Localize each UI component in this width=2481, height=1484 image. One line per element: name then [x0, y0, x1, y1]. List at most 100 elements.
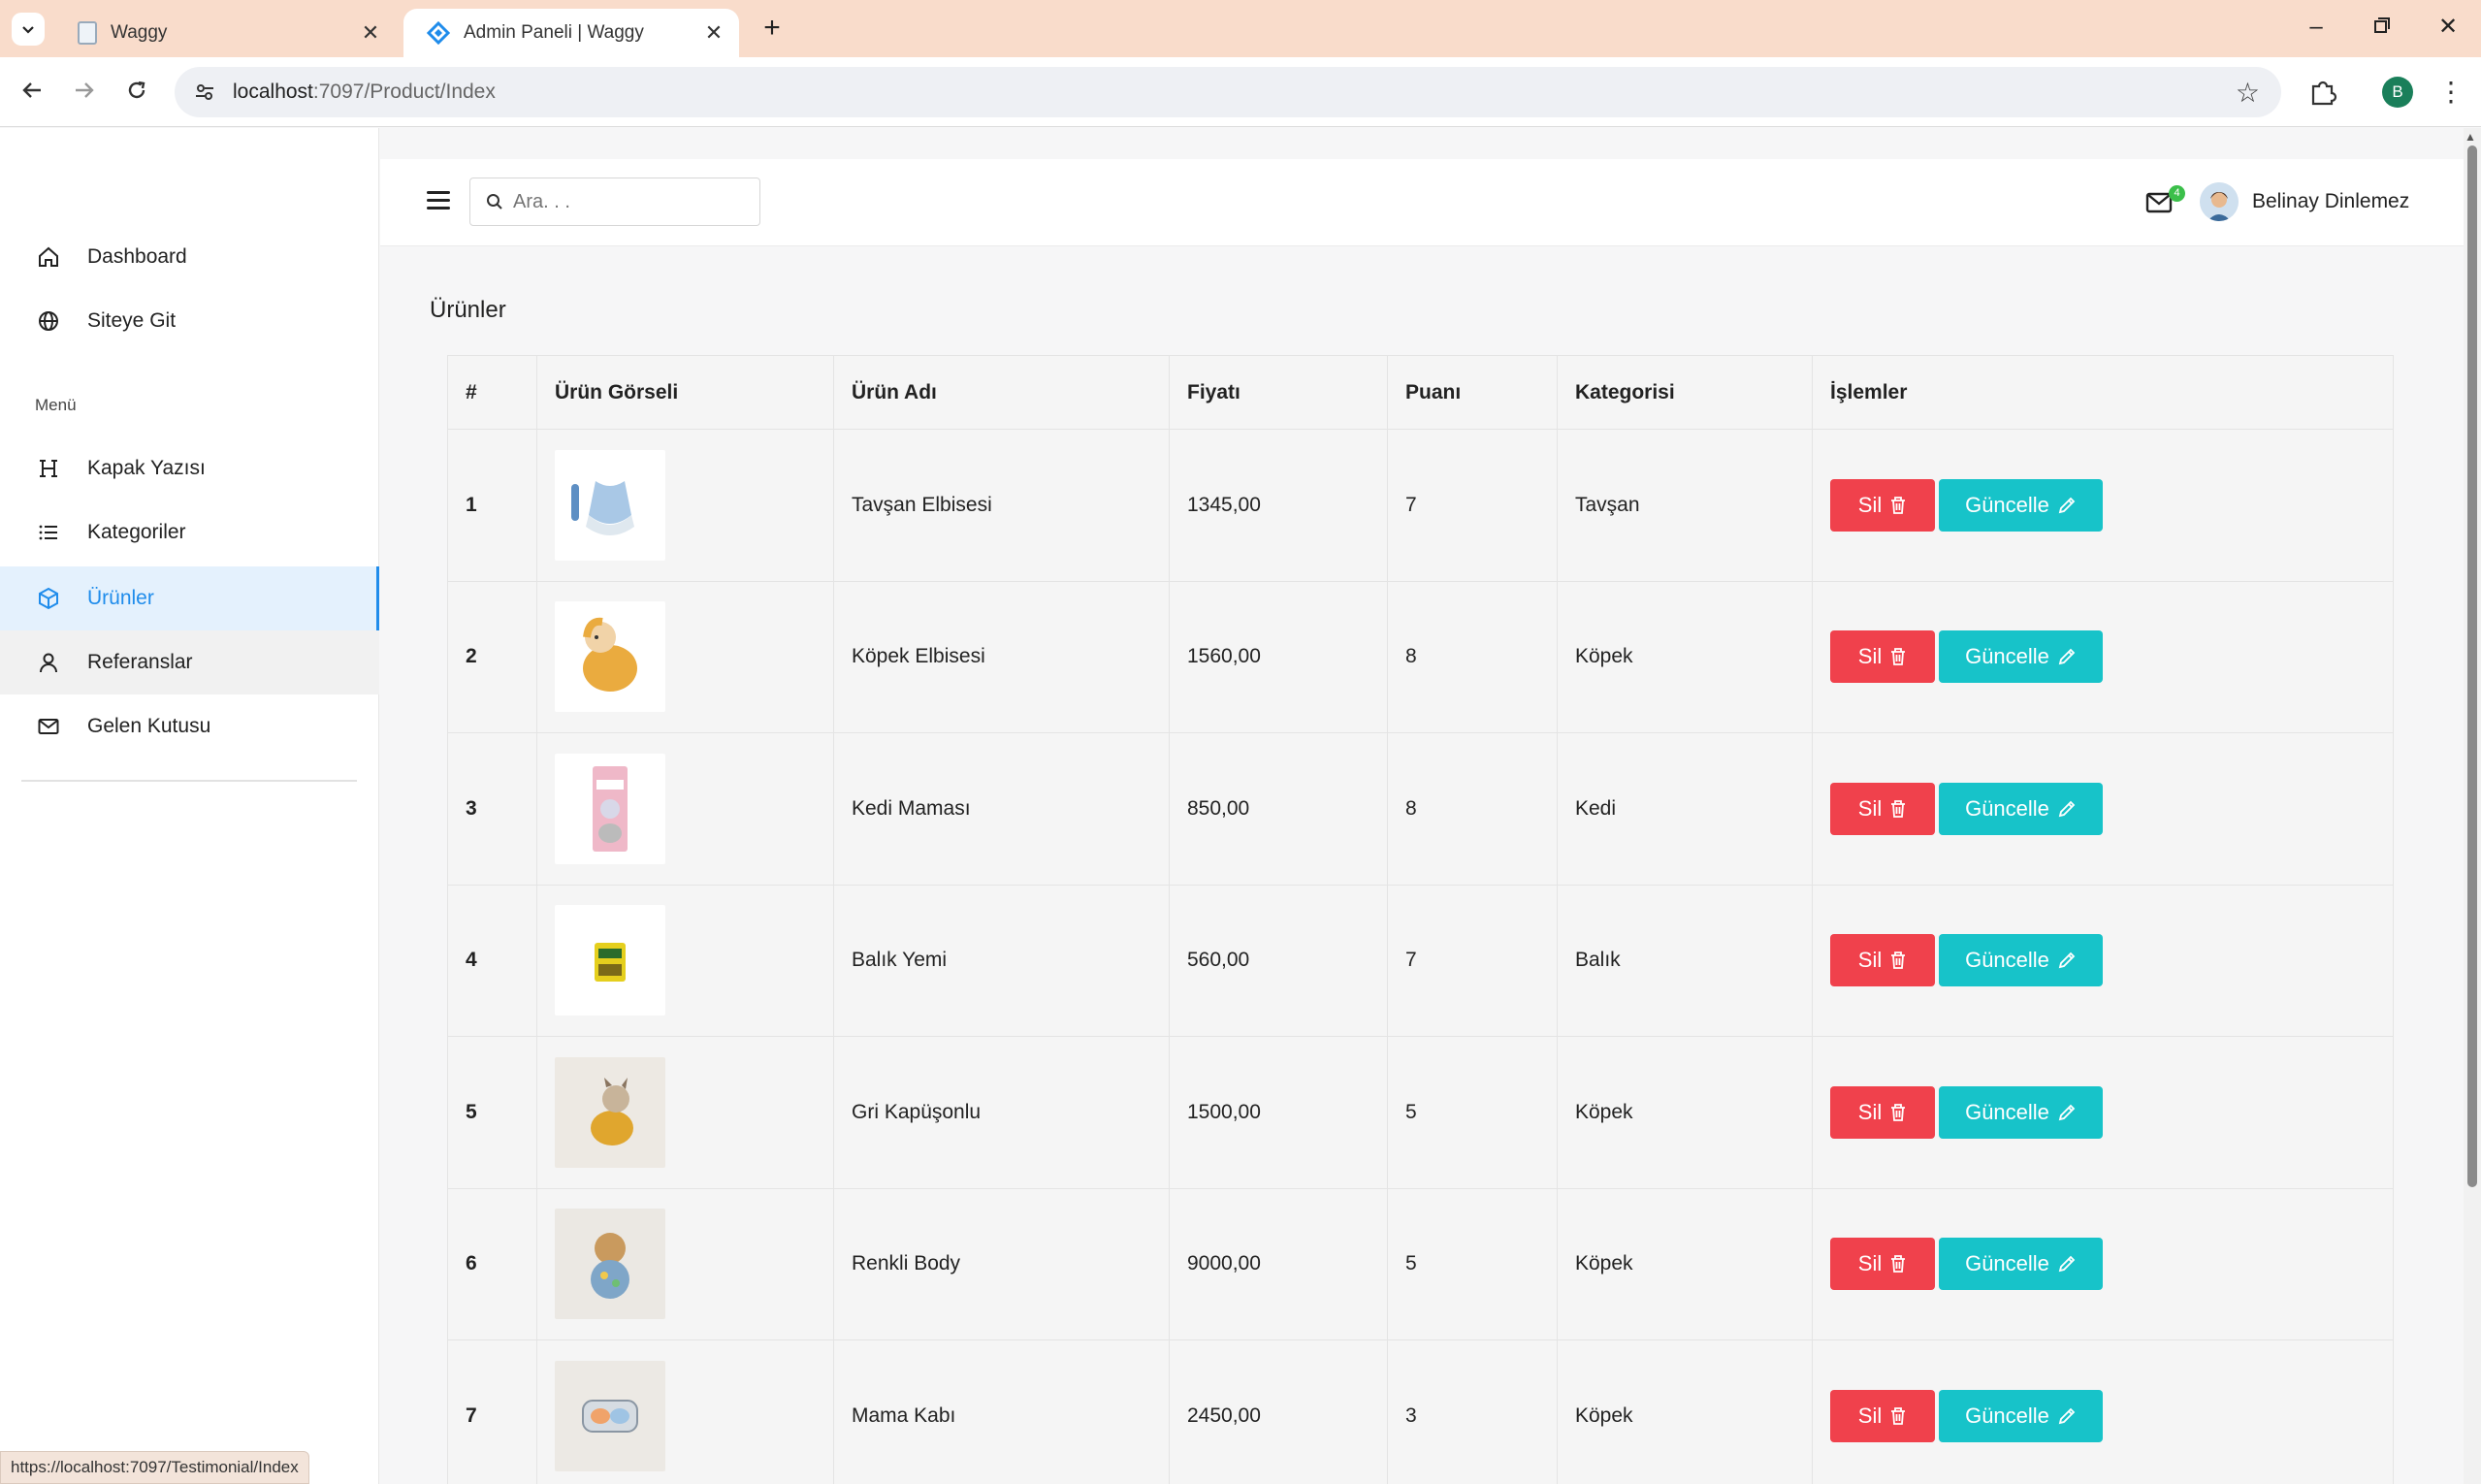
sidebar-item-urunler[interactable]: Ürünler: [0, 566, 379, 630]
actions-cell: Sil Güncelle: [1812, 1339, 2394, 1484]
product-image: [555, 449, 665, 561]
product-image: [555, 753, 665, 864]
tab-waggy[interactable]: Waggy ✕: [54, 9, 396, 57]
row-number: 6: [447, 1187, 537, 1340]
close-icon[interactable]: ✕: [702, 20, 725, 46]
user-avatar[interactable]: [2200, 182, 2239, 221]
table-row: 3 Kedi Maması 850,00 8 Kedi Sil Güncelle: [447, 732, 2394, 886]
update-button[interactable]: Güncelle: [1939, 1238, 2103, 1291]
row-number: 7: [447, 1339, 537, 1484]
column-header: İşlemler: [1812, 355, 2394, 430]
reload-button[interactable]: [118, 74, 155, 111]
update-label: Güncelle: [1965, 1099, 2049, 1124]
sidebar-item-dashboard[interactable]: Dashboard: [0, 225, 379, 289]
product-rating: 7: [1387, 884, 1558, 1037]
update-label: Güncelle: [1965, 948, 2049, 973]
image-cell: [536, 1339, 834, 1484]
hamburger-menu-icon[interactable]: [427, 191, 450, 210]
omnibox[interactable]: localhost:7097/Product/Index ☆: [175, 67, 2281, 117]
list-icon: [35, 519, 62, 546]
new-tab-button[interactable]: +: [755, 12, 789, 47]
url-host: localhost: [233, 81, 313, 103]
site-settings-icon[interactable]: [190, 78, 219, 107]
extensions-icon[interactable]: [2304, 74, 2341, 111]
pencil-icon: [2057, 799, 2077, 819]
update-button[interactable]: Güncelle: [1939, 478, 2103, 532]
sidebar-item-siteye-git[interactable]: Siteye Git: [0, 289, 379, 353]
column-header: #: [447, 355, 537, 430]
search-input[interactable]: [513, 190, 746, 213]
update-button[interactable]: Güncelle: [1939, 1085, 2103, 1139]
product-image: [555, 601, 665, 713]
table-header-row: # Ürün Görseli Ürün Adı Fiyatı Puanı Kat…: [447, 355, 2394, 430]
more-menu-icon[interactable]: ⋮: [2436, 74, 2465, 111]
box-icon: [35, 585, 62, 612]
product-image: [555, 1056, 665, 1168]
product-rating: 8: [1387, 732, 1558, 886]
product-category: Köpek: [1557, 580, 1813, 733]
product-name: Balık Yemi: [833, 884, 1170, 1037]
close-window-button[interactable]: ✕: [2419, 8, 2477, 47]
delete-button[interactable]: Sil: [1830, 630, 1935, 684]
sidebar-heading: Menü: [35, 396, 77, 414]
delete-button[interactable]: Sil: [1830, 1238, 1935, 1291]
product-name: Renkli Body: [833, 1187, 1170, 1340]
back-button[interactable]: [14, 74, 50, 111]
delete-button[interactable]: Sil: [1830, 1389, 1935, 1442]
update-button[interactable]: Güncelle: [1939, 782, 2103, 835]
product-category: Tavşan: [1557, 429, 1813, 582]
delete-button[interactable]: Sil: [1830, 478, 1935, 532]
arrow-right-icon: [76, 82, 94, 98]
profile-avatar[interactable]: B: [2382, 77, 2413, 108]
delete-label: Sil: [1857, 644, 1883, 669]
tab-search-button[interactable]: [12, 13, 45, 46]
column-header: Ürün Görseli: [536, 355, 834, 430]
bookmark-star-icon[interactable]: ☆: [2236, 77, 2260, 109]
table-row: 5 Gri Kapüşonlu 1500,00 5 Köpek Sil Günce…: [447, 1036, 2394, 1189]
column-header: Puanı: [1387, 355, 1558, 430]
colorful-body-dog-thumb: [591, 1233, 629, 1300]
delete-button[interactable]: Sil: [1830, 934, 1935, 987]
sidebar-item-referanslar[interactable]: Referanslar: [0, 630, 379, 694]
row-number: 4: [447, 884, 537, 1037]
actions-cell: Sil Güncelle: [1812, 732, 2394, 886]
restore-button[interactable]: [2353, 8, 2411, 47]
sidebar-item-label: Kapak Yazısı: [87, 457, 206, 479]
product-name: Kedi Maması: [833, 732, 1170, 886]
products-table: # Ürün Görseli Ürün Adı Fiyatı Puanı Kat…: [447, 355, 2394, 1484]
trash-icon: [1889, 1406, 1907, 1426]
user-name[interactable]: Belinay Dinlemez: [2252, 190, 2409, 213]
product-image: [555, 1360, 665, 1471]
product-rating: 8: [1387, 580, 1558, 733]
close-icon[interactable]: ✕: [359, 20, 382, 46]
delete-label: Sil: [1857, 1251, 1883, 1276]
waggy-favicon-icon: [427, 21, 450, 45]
update-button[interactable]: Güncelle: [1939, 1389, 2103, 1442]
update-label: Güncelle: [1965, 1403, 2049, 1428]
sidebar-item-kapak-yazisi[interactable]: Kapak Yazısı: [0, 436, 379, 500]
tab-admin-panel[interactable]: Admin Paneli | Waggy ✕: [403, 9, 739, 57]
row-number: 3: [447, 732, 537, 886]
product-name: Mama Kabı: [833, 1339, 1170, 1484]
table-row: 4 Balık Yemi 560,00 7 Balık Sil Güncelle: [447, 884, 2394, 1037]
table-row: 7 Mama Kabı 2450,00 3 Köpek Sil Güncelle: [447, 1339, 2394, 1484]
delete-button[interactable]: Sil: [1830, 782, 1935, 835]
page-scrollbar-thumb[interactable]: [2467, 145, 2477, 1187]
forward-button[interactable]: [66, 74, 103, 111]
sidebar-item-gelen-kutusu[interactable]: Gelen Kutusu: [0, 694, 379, 758]
update-button[interactable]: Güncelle: [1939, 630, 2103, 684]
delete-label: Sil: [1857, 795, 1883, 821]
sidebar-item-label: Ürünler: [87, 587, 154, 609]
image-cell: [536, 732, 834, 886]
user-icon: [35, 649, 62, 676]
minimize-button[interactable]: –: [2287, 8, 2345, 47]
blue-dress-thumb: [571, 480, 634, 535]
scroll-up-arrow-icon[interactable]: ▲: [2465, 130, 2476, 144]
product-price: 9000,00: [1169, 1187, 1388, 1340]
sidebar-item-kategoriler[interactable]: Kategoriler: [0, 500, 379, 565]
search-icon: [487, 194, 502, 210]
delete-button[interactable]: Sil: [1830, 1085, 1935, 1139]
product-price: 560,00: [1169, 884, 1388, 1037]
product-category: Köpek: [1557, 1339, 1813, 1484]
update-button[interactable]: Güncelle: [1939, 934, 2103, 987]
